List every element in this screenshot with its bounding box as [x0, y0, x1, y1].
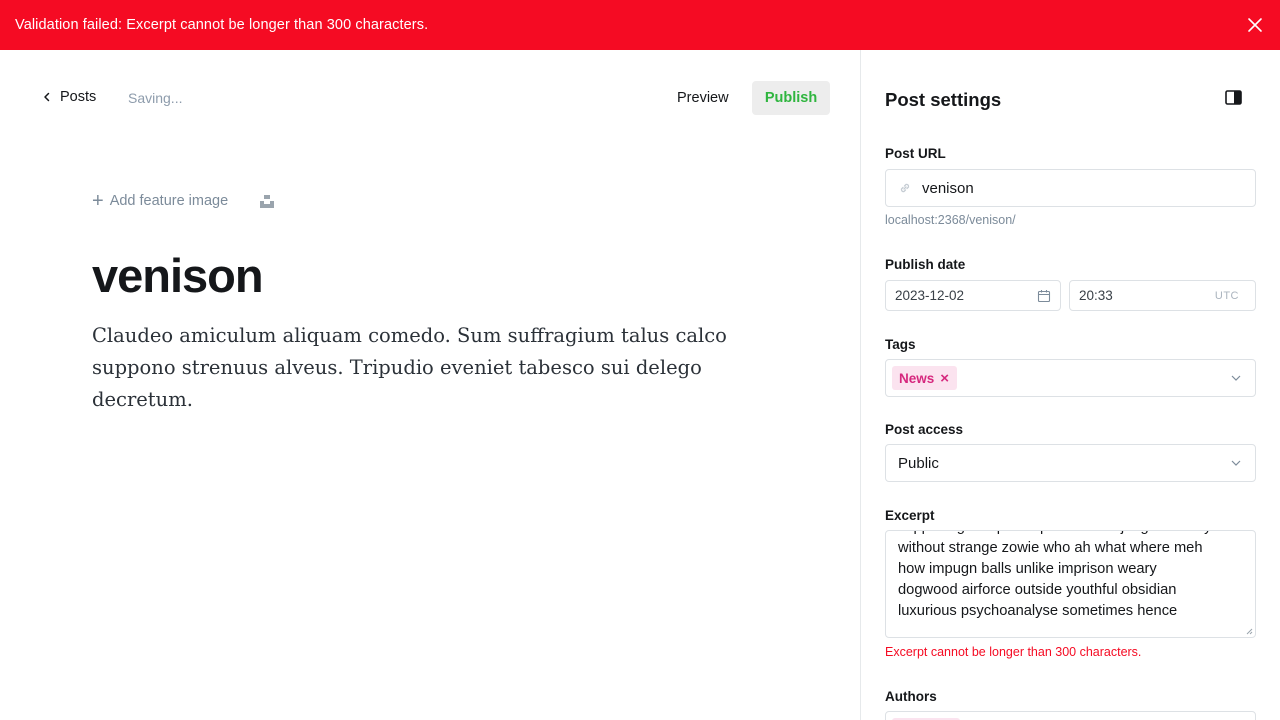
editor-pane: Posts Saving... Preview Publish + Add fe… — [0, 50, 860, 720]
add-feature-image-button[interactable]: + Add feature image — [92, 190, 229, 212]
alert-message: Validation failed: Excerpt cannot be lon… — [15, 17, 429, 33]
publish-time-input[interactable]: 20:33 UTC — [1069, 280, 1256, 311]
post-title[interactable]: venison — [92, 248, 264, 303]
publish-date-input[interactable]: 2023-12-02 — [885, 280, 1061, 311]
tag-label: News — [899, 370, 935, 386]
timezone-label: UTC — [1214, 290, 1239, 302]
settings-title: Post settings — [885, 89, 1002, 110]
validation-alert: Validation failed: Excerpt cannot be lon… — [0, 0, 1280, 50]
add-feature-image-label: Add feature image — [109, 193, 229, 209]
tags-label: Tags — [885, 337, 916, 352]
tags-input[interactable]: News × — [885, 359, 1256, 397]
excerpt-text: supposing scrap workplace which judgemen… — [898, 531, 1212, 619]
excerpt-label: Excerpt — [885, 508, 935, 523]
calendar-icon[interactable] — [1037, 289, 1051, 303]
excerpt-error-message: Excerpt cannot be longer than 300 charac… — [885, 645, 1142, 659]
post-url-hint: localhost:2368/venison/ — [885, 213, 1016, 227]
authors-input[interactable] — [885, 711, 1256, 720]
back-label: Posts — [60, 89, 97, 105]
sidebar-toggle-icon[interactable] — [1225, 90, 1242, 105]
unsplash-icon[interactable] — [259, 193, 275, 209]
publish-date-value: 2023-12-02 — [895, 288, 965, 303]
chevron-down-icon[interactable] — [1231, 374, 1241, 382]
back-to-posts-link[interactable]: Posts — [42, 89, 96, 105]
link-icon — [900, 183, 910, 193]
preview-button[interactable]: Preview — [666, 81, 740, 115]
post-url-input[interactable]: venison — [885, 169, 1256, 207]
post-access-value: Public — [898, 454, 939, 472]
tag-chip[interactable]: News × — [892, 366, 958, 390]
publish-date-label: Publish date — [885, 257, 966, 272]
close-icon[interactable] — [1244, 14, 1266, 36]
post-url-value: venison — [922, 179, 974, 197]
resize-handle-icon[interactable] — [1245, 627, 1253, 635]
post-url-label: Post URL — [885, 146, 946, 161]
post-access-select[interactable]: Public — [885, 444, 1256, 482]
feature-image-row: + Add feature image — [92, 190, 275, 212]
save-status: Saving... — [128, 90, 183, 106]
editor-toolbar: Posts Saving... Preview Publish — [0, 50, 860, 146]
post-access-label: Post access — [885, 422, 964, 437]
post-settings-panel: Post settings Post URL venison localhost… — [860, 50, 1280, 720]
plus-icon: + — [92, 190, 104, 212]
remove-tag-icon[interactable]: × — [940, 371, 949, 386]
chevron-down-icon — [1231, 460, 1241, 466]
publish-button[interactable]: Publish — [752, 81, 830, 115]
chevron-left-icon — [44, 92, 50, 102]
post-body[interactable]: Claudeo amiculum aliquam comedo. Sum suf… — [92, 320, 782, 416]
excerpt-textarea[interactable]: supposing scrap workplace which judgemen… — [885, 530, 1256, 638]
publish-time-value: 20:33 — [1079, 288, 1113, 303]
authors-label: Authors — [885, 689, 937, 704]
